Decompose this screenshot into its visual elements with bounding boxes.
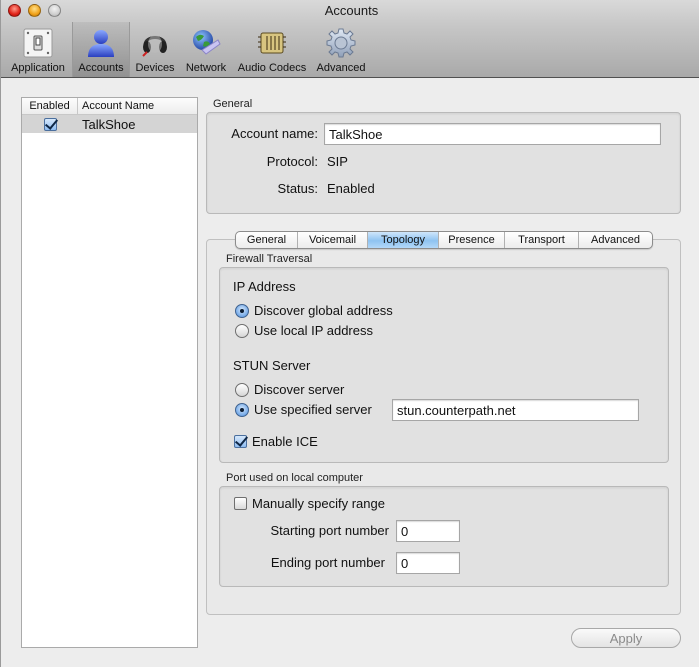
ip-address-heading: IP Address xyxy=(233,279,296,294)
tab-topology[interactable]: Topology xyxy=(368,232,439,248)
column-header-account-name[interactable]: Account Name xyxy=(78,98,197,114)
toolbar-label: Audio Codecs xyxy=(237,62,307,74)
firewall-traversal-label: Firewall Traversal xyxy=(226,253,313,265)
accounts-table-header: Enabled Account Name xyxy=(22,98,197,115)
account-name-label: Account name: xyxy=(231,126,318,141)
use-local-ip-label: Use local IP address xyxy=(254,323,373,338)
preferences-toolbar: Application Accounts Devices Network Aud… xyxy=(4,22,370,77)
manually-specify-range-label: Manually specify range xyxy=(252,496,385,511)
ending-port-input[interactable] xyxy=(396,552,460,574)
protocol-label: Protocol: xyxy=(266,154,318,169)
discover-server-radio[interactable] xyxy=(235,382,249,397)
use-specified-server-label: Use specified server xyxy=(254,402,372,417)
ending-port-label: Ending port number xyxy=(270,555,385,570)
general-section-label: General xyxy=(213,98,253,110)
use-local-ip-option[interactable]: Use local IP address xyxy=(235,323,373,338)
status-value: Enabled xyxy=(327,181,375,196)
manually-specify-range-option[interactable]: Manually specify range xyxy=(234,496,385,511)
status-label: Status: xyxy=(277,181,318,196)
toolbar-item-network[interactable]: Network xyxy=(180,22,232,77)
window-title: Accounts xyxy=(0,3,699,18)
tab-advanced[interactable]: Advanced xyxy=(579,232,652,248)
use-local-ip-radio[interactable] xyxy=(235,323,249,338)
discover-server-label: Discover server xyxy=(254,382,345,397)
account-name-cell: TalkShoe xyxy=(82,116,136,132)
manually-specify-range-checkbox[interactable] xyxy=(234,497,247,510)
toolbar-item-application[interactable]: Application xyxy=(4,22,72,77)
window-title-text: Accounts xyxy=(324,3,379,18)
chip-icon xyxy=(255,27,289,59)
table-row[interactable]: TalkShoe xyxy=(22,115,197,133)
switch-icon xyxy=(21,27,55,59)
tab-presence[interactable]: Presence xyxy=(439,232,505,248)
user-icon xyxy=(84,27,118,59)
toolbar-label: Advanced xyxy=(316,62,366,74)
enabled-cell xyxy=(22,117,78,131)
tab-voicemail[interactable]: Voicemail xyxy=(298,232,368,248)
toolbar-item-accounts[interactable]: Accounts xyxy=(72,22,130,77)
discover-server-option[interactable]: Discover server xyxy=(235,382,344,397)
discover-global-address-option[interactable]: Discover global address xyxy=(235,303,393,318)
toolbar-item-advanced[interactable]: Advanced xyxy=(312,22,370,77)
apply-button[interactable]: Apply xyxy=(571,628,681,648)
stun-server-input[interactable] xyxy=(392,399,639,421)
enable-ice-checkbox[interactable] xyxy=(234,435,247,448)
tab-transport[interactable]: Transport xyxy=(505,232,579,248)
toolbar-label: Application xyxy=(11,62,65,74)
headset-icon xyxy=(138,27,172,59)
account-name-input[interactable] xyxy=(324,123,661,145)
discover-global-address-radio[interactable] xyxy=(235,303,249,318)
discover-global-address-label: Discover global address xyxy=(254,303,393,318)
account-settings-tabs: General Voicemail Topology Presence Tran… xyxy=(235,231,653,249)
toolbar-label: Devices xyxy=(135,62,175,74)
use-specified-server-option[interactable]: Use specified server xyxy=(235,402,372,417)
stun-server-heading: STUN Server xyxy=(233,358,311,373)
toolbar-label: Network xyxy=(185,62,227,74)
account-enabled-checkbox[interactable] xyxy=(43,117,57,131)
protocol-value: SIP xyxy=(327,154,348,169)
enable-ice-label: Enable ICE xyxy=(252,434,318,449)
toolbar-item-devices[interactable]: Devices xyxy=(130,22,180,77)
tab-general[interactable]: General xyxy=(236,232,298,248)
gear-icon xyxy=(324,27,358,59)
enable-ice-option[interactable]: Enable ICE xyxy=(234,434,318,449)
column-header-enabled[interactable]: Enabled xyxy=(22,98,78,114)
starting-port-label: Starting port number xyxy=(270,523,389,538)
window-titlebar-toolbar: Accounts Application Accounts Devices Ne… xyxy=(0,0,699,78)
toolbar-label: Accounts xyxy=(78,62,124,74)
use-specified-server-radio[interactable] xyxy=(235,402,249,417)
accounts-table: Enabled Account Name TalkShoe xyxy=(21,97,198,648)
port-section-label: Port used on local computer xyxy=(226,472,363,484)
globe-network-icon xyxy=(189,27,223,59)
starting-port-input[interactable] xyxy=(396,520,460,542)
toolbar-item-audio-codecs[interactable]: Audio Codecs xyxy=(232,22,312,77)
